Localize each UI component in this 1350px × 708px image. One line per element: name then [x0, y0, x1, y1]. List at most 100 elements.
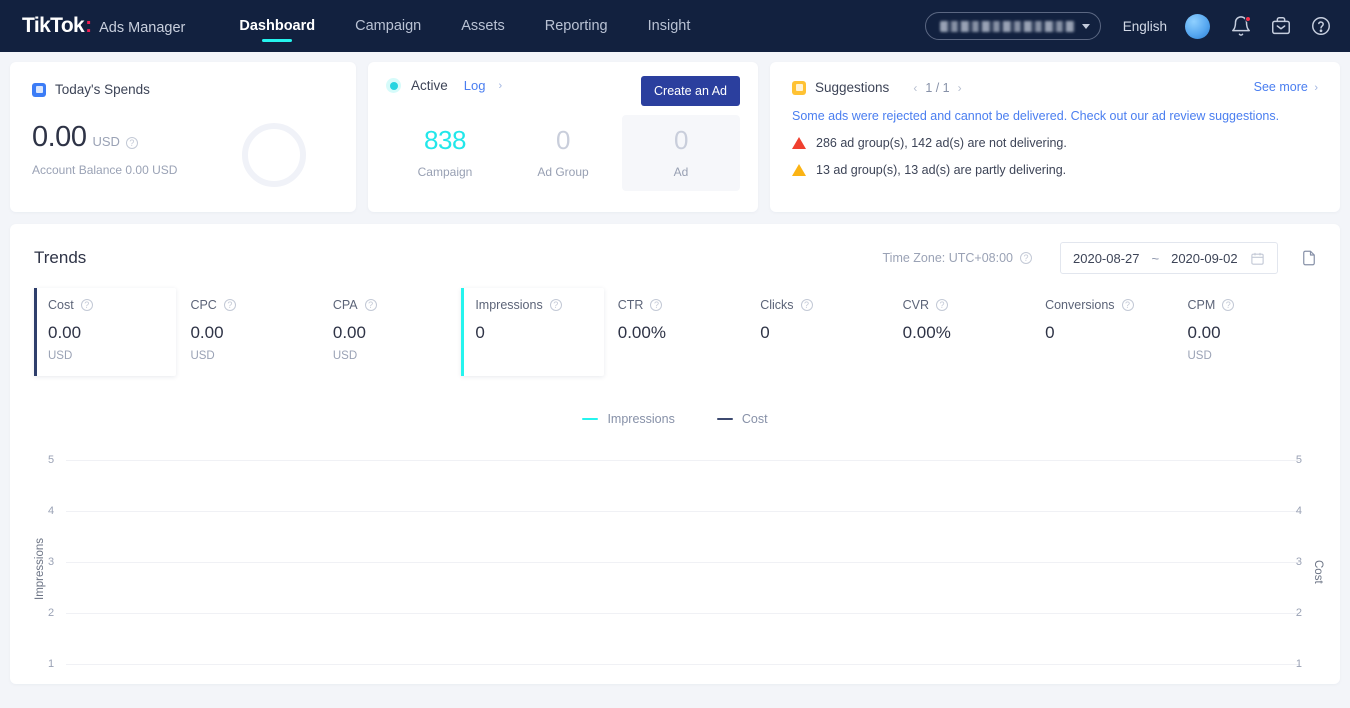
nav-item-dashboard[interactable]: Dashboard: [219, 0, 335, 52]
info-icon[interactable]: ?: [126, 137, 138, 149]
y-tick-left: 4: [48, 505, 54, 517]
export-icon[interactable]: [1300, 249, 1318, 267]
trends-header: Trends Time Zone: UTC+08:00 ? 2020-08-27…: [10, 224, 1340, 274]
metric-unit: USD: [190, 350, 318, 362]
info-icon[interactable]: ?: [224, 299, 236, 311]
gridline: [66, 664, 1300, 665]
spends-amount: 0.00: [32, 121, 86, 154]
metric-name: Cost: [48, 298, 74, 312]
create-an-ad-button[interactable]: Create an Ad: [641, 76, 740, 106]
metric-card-cpa[interactable]: CPA ? 0.00 USD: [319, 288, 461, 376]
metric-value: 0.00: [333, 323, 461, 343]
stat-ad-group[interactable]: 0 Ad Group: [504, 115, 622, 191]
todays-spends-card: Today's Spends 0.00 USD ? Account Balanc…: [10, 62, 356, 212]
info-icon[interactable]: ?: [550, 299, 562, 311]
chevron-right-icon: ›: [1314, 82, 1318, 94]
legend-label: Cost: [742, 412, 768, 426]
nav-item-insight[interactable]: Insight: [628, 0, 711, 52]
suggestions-pager: ‹ 1 / 1 ›: [913, 81, 961, 95]
nav-item-assets[interactable]: Assets: [441, 0, 525, 52]
tiktok-colon-icon: :: [85, 14, 92, 38]
help-icon[interactable]: [1310, 15, 1332, 37]
metric-value: 0.00: [48, 323, 176, 343]
metric-card-cost[interactable]: Cost ? 0.00 USD: [34, 288, 176, 376]
card-title: Suggestions: [815, 80, 889, 95]
metric-unit: USD: [333, 350, 461, 362]
metric-card-cpc[interactable]: CPC ? 0.00 USD: [176, 288, 318, 376]
nav-item-reporting[interactable]: Reporting: [525, 0, 628, 52]
suggestions-icon: [792, 81, 806, 95]
log-link[interactable]: Log: [464, 78, 486, 93]
chart-legend: Impressions Cost: [10, 412, 1340, 426]
gridline-rule: [66, 562, 1300, 563]
nav-item-campaign[interactable]: Campaign: [335, 0, 441, 52]
account-name-redacted: [940, 21, 1075, 32]
language-selector[interactable]: English: [1123, 19, 1167, 34]
metric-name: Impressions: [475, 298, 542, 312]
metric-header: Clicks ?: [760, 298, 888, 312]
info-icon[interactable]: ?: [1222, 299, 1234, 311]
info-icon[interactable]: ?: [1020, 252, 1032, 264]
legend-item-cost[interactable]: Cost: [717, 412, 768, 426]
status-label: Active: [411, 78, 448, 93]
stat-value: 0: [504, 125, 622, 156]
metric-card-cpm[interactable]: CPM ? 0.00 USD: [1174, 288, 1316, 376]
see-more-link[interactable]: See more ›: [1254, 80, 1318, 94]
nav-label: Dashboard: [239, 18, 315, 34]
page-title: Trends: [34, 248, 86, 268]
metric-name: CVR: [903, 298, 929, 312]
bell-icon[interactable]: [1230, 15, 1252, 37]
gridline: [66, 562, 1300, 563]
y-axis-label-left: Impressions: [34, 538, 46, 600]
chevron-right-icon: ›: [498, 80, 502, 92]
inbox-icon[interactable]: [1270, 15, 1292, 37]
info-icon[interactable]: ?: [365, 299, 377, 311]
account-selector[interactable]: [925, 12, 1101, 40]
avatar[interactable]: [1185, 14, 1210, 39]
legend-swatch: [717, 418, 733, 421]
y-tick-left: 1: [48, 658, 54, 670]
spends-body: 0.00 USD ? Account Balance 0.00 USD: [32, 121, 334, 187]
y-axis-label-right: Cost: [1312, 560, 1324, 584]
metric-header: CVR ?: [903, 298, 1031, 312]
y-tick-right: 1: [1296, 658, 1302, 670]
info-icon[interactable]: ?: [1122, 299, 1134, 311]
metric-card-cvr[interactable]: CVR ? 0.00%: [889, 288, 1031, 376]
info-icon[interactable]: ?: [650, 299, 662, 311]
prev-page-icon[interactable]: ‹: [913, 81, 917, 95]
metric-value: 0.00%: [618, 323, 746, 343]
metric-card-conversions[interactable]: Conversions ? 0: [1031, 288, 1173, 376]
main-nav: Dashboard Campaign Assets Reporting Insi…: [219, 0, 710, 52]
info-icon[interactable]: ?: [81, 299, 93, 311]
stat-ad[interactable]: 0 Ad: [622, 115, 740, 191]
chevron-down-icon: [1082, 24, 1090, 29]
spends-amount-row: 0.00 USD ?: [32, 121, 177, 154]
timezone-label: Time Zone: UTC+08:00 ?: [883, 251, 1033, 265]
info-icon[interactable]: ?: [801, 299, 813, 311]
summary-card-row: Today's Spends 0.00 USD ? Account Balanc…: [0, 52, 1350, 212]
date-range-picker[interactable]: 2020-08-27 ~ 2020-09-02: [1060, 242, 1278, 274]
gridline: [66, 613, 1300, 614]
metric-card-impressions[interactable]: Impressions ? 0: [461, 288, 603, 376]
y-tick-right: 2: [1296, 607, 1302, 619]
legend-item-impressions[interactable]: Impressions: [582, 412, 674, 426]
info-icon[interactable]: ?: [936, 299, 948, 311]
legend-swatch: [582, 418, 598, 421]
nav-label: Reporting: [545, 18, 608, 34]
gridline-rule: [66, 664, 1300, 665]
next-page-icon[interactable]: ›: [958, 81, 962, 95]
metric-card-clicks[interactable]: Clicks ? 0: [746, 288, 888, 376]
suggestion-lead-text[interactable]: Some ads were rejected and cannot be del…: [792, 109, 1318, 123]
brand-logo[interactable]: TikTok : Ads Manager: [22, 14, 185, 38]
date-end: 2020-09-02: [1171, 251, 1238, 266]
y-tick-left: 3: [48, 556, 54, 568]
metric-header: CPC ?: [190, 298, 318, 312]
metric-header: Impressions ?: [475, 298, 603, 312]
card-header: Today's Spends: [32, 82, 334, 97]
timezone-text: Time Zone: UTC+08:00: [883, 251, 1014, 265]
metric-card-ctr[interactable]: CTR ? 0.00%: [604, 288, 746, 376]
stat-campaign[interactable]: 838 Campaign: [386, 115, 504, 191]
entity-count-grid: 838 Campaign 0 Ad Group 0 Ad: [386, 115, 740, 191]
suggestion-text: 13 ad group(s), 13 ad(s) are partly deli…: [816, 163, 1066, 177]
metric-header: CTR ?: [618, 298, 746, 312]
